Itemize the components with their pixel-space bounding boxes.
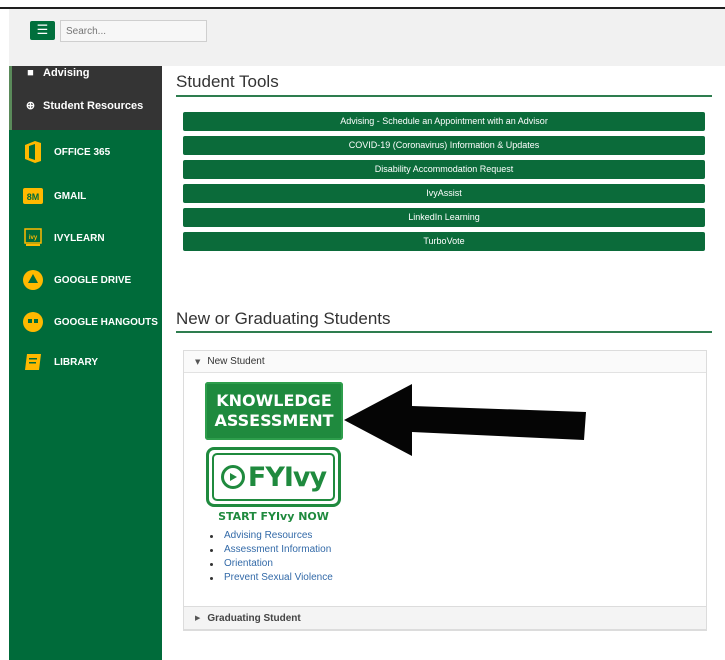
tool-button-ivyassist[interactable]: IvyAssist: [183, 184, 705, 203]
sidebar-item-library[interactable]: LIBRARY: [9, 347, 162, 377]
gmail-icon: 8M: [22, 185, 44, 207]
sidebar-item-google-hangouts[interactable]: GOOGLE HANGOUTS: [9, 307, 162, 337]
section-divider: [176, 331, 712, 333]
sidebar-item-label: GMAIL: [54, 190, 87, 202]
fyivy-text: FYIvy: [247, 461, 327, 493]
sidebar-item-google-drive[interactable]: GOOGLE DRIVE: [9, 265, 162, 295]
tool-button-covid[interactable]: COVID-19 (Coronavirus) Information & Upd…: [183, 136, 705, 155]
sidebar-item-label: GOOGLE DRIVE: [54, 274, 132, 286]
list-item[interactable]: Assessment Information: [210, 543, 333, 557]
sidebar-subitem-student-resources[interactable]: ⊕ Student Resources: [25, 99, 144, 113]
play-icon: [220, 465, 245, 489]
hamburger-icon: ☰: [36, 23, 49, 38]
list-item[interactable]: Prevent Sexual Violence: [210, 571, 333, 585]
arrow-pointer-icon: [344, 384, 586, 456]
sidebar-item-label: GOOGLE HANGOUTS: [54, 316, 158, 328]
tool-button-turbovote[interactable]: TurboVote: [183, 232, 705, 251]
knowledge-line1: KNOWLEDGE: [216, 391, 332, 410]
sidebar-item-gmail[interactable]: 8M GMAIL: [9, 181, 162, 211]
sidebar-item-label: OFFICE 365: [54, 146, 111, 158]
hamburger-menu-button[interactable]: ☰: [30, 21, 55, 40]
sidebar-subitem-advising[interactable]: ■ Advising: [25, 67, 89, 79]
office365-icon: [22, 141, 44, 163]
list-item[interactable]: Advising Resources: [210, 529, 333, 543]
student-tools-title: Student Tools: [176, 72, 279, 91]
tool-button-linkedin[interactable]: LinkedIn Learning: [183, 208, 705, 227]
svg-text:ivy: ivy: [29, 235, 38, 241]
caret-right-icon: ▶: [195, 614, 201, 622]
new-student-header[interactable]: ▼ New Student: [184, 351, 706, 373]
sidebar-item-label: LIBRARY: [54, 356, 99, 368]
sidebar-item-ivylearn[interactable]: ivy IVYLEARN: [9, 223, 162, 253]
section-divider: [176, 95, 712, 97]
new-student-header-label: New Student: [207, 356, 265, 367]
sidebar-subitem-label: Student Resources: [43, 99, 144, 112]
search-input[interactable]: [60, 20, 207, 42]
hangouts-icon: [22, 311, 44, 333]
new-grad-title: New or Graduating Students: [176, 309, 391, 328]
tool-button-disability[interactable]: Disability Accommodation Request: [183, 160, 705, 179]
book-icon: [22, 351, 44, 373]
graduation-icon: ■: [27, 67, 34, 79]
new-student-panel: ▼ New Student KNOWLEDGE ASSESSMENT FYIvy…: [183, 350, 707, 631]
window-top-edge: [0, 0, 725, 9]
knowledge-assessment-button[interactable]: KNOWLEDGE ASSESSMENT: [205, 382, 343, 440]
fyivy-cta[interactable]: START FYIvy NOW: [206, 510, 341, 523]
sidebar-subitem-label: Advising: [43, 67, 90, 79]
sidebar: ■ Advising ⊕ Student Resources OFFICE 36…: [9, 66, 162, 660]
caret-down-icon: ▼: [195, 357, 201, 366]
tool-button-advising[interactable]: Advising - Schedule an Appointment with …: [183, 112, 705, 131]
graduating-student-header[interactable]: ▶ Graduating Student: [183, 606, 707, 630]
plus-circle-icon: ⊕: [25, 100, 36, 112]
ivylearn-icon: ivy: [22, 227, 44, 249]
graduating-student-header-label: Graduating Student: [207, 612, 301, 624]
knowledge-line2: ASSESSMENT: [214, 411, 334, 430]
list-item[interactable]: Orientation: [210, 557, 333, 571]
sidebar-item-label: IVYLEARN: [54, 232, 105, 244]
svg-text:8M: 8M: [27, 192, 40, 202]
new-student-links: Advising Resources Assessment Informatio…: [210, 529, 333, 585]
fyivy-logo[interactable]: FYIvy: [206, 447, 341, 507]
google-drive-icon: [22, 269, 44, 291]
top-bar: ☰: [9, 9, 725, 66]
sidebar-submenu: ■ Advising ⊕ Student Resources: [9, 66, 162, 130]
sidebar-item-office-365[interactable]: OFFICE 365: [9, 137, 162, 167]
